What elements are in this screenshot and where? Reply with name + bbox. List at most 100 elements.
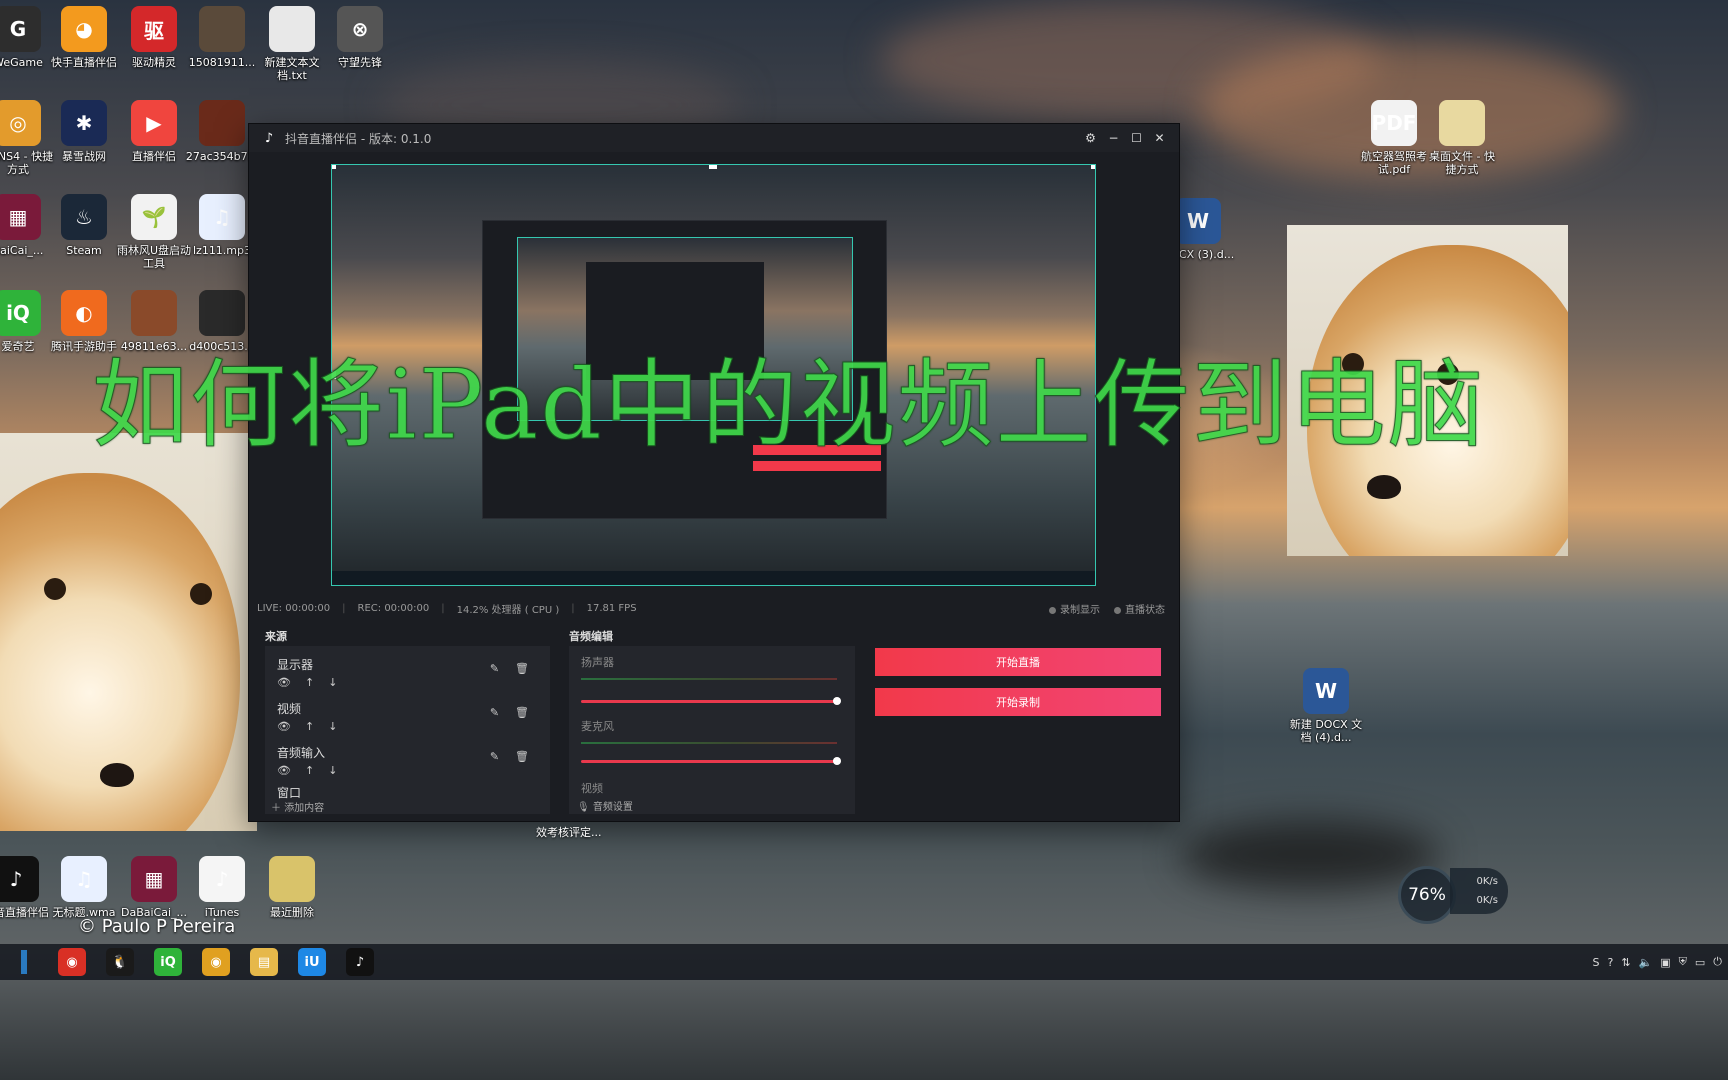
desktop-icon-baicai2[interactable]: ▦ DaBaiCai_...: [116, 856, 192, 919]
desktop-icon-pdf[interactable]: PDF 航空器驾照考试.pdf: [1356, 100, 1432, 176]
sources-list[interactable]: 显示器 👁 ↑ ↓ ✎ 🗑 视频 👁 ↑ ↓ ✎ 🗑 音频输入 👁 ↑ ↓ ✎ 🗑 窗口: [265, 646, 550, 814]
sogou-icon[interactable]: S: [1592, 956, 1599, 969]
cpu-usage: 14.2% 处理器 ( CPU ): [456, 604, 560, 616]
power-icon[interactable]: ⏻: [1713, 955, 1722, 969]
nvidia-icon[interactable]: ▣: [1660, 956, 1670, 969]
system-tray[interactable]: S ? ⇅ 🔈 ▣ ⛨ ▭ ⏻: [1592, 944, 1722, 980]
desktop-icon-yulin[interactable]: 🌱 雨林风U盘启动工具: [116, 194, 192, 270]
desktop-icon-label: 15081911...: [188, 56, 256, 69]
trash-icon[interactable]: 🗑: [515, 706, 529, 719]
source-item[interactable]: 音频输入 👁 ↑ ↓ ✎ 🗑: [277, 738, 547, 778]
desktop-icon-newtxt[interactable]: 新建文本文档.txt: [254, 6, 330, 82]
mic-volume-slider[interactable]: [581, 757, 841, 765]
arrow-up-icon[interactable]: ↑: [305, 764, 314, 777]
wma-icon: ♫: [61, 856, 107, 902]
desktop-icon-itunes[interactable]: ♪ iTunes: [184, 856, 260, 919]
desktop-icon-label: Steam: [66, 244, 102, 257]
resize-handle[interactable]: [1091, 165, 1095, 169]
desktop-icon-label: 桌面文件 - 快捷方式: [1429, 150, 1495, 176]
taskbar-iu[interactable]: iU: [288, 944, 336, 980]
taskbar-chrome2[interactable]: ◉: [192, 944, 240, 980]
desktop-icon-qudong[interactable]: 驱驱动精灵: [116, 6, 192, 69]
desktop-icon-blizzard[interactable]: ✱ 暴雪战网: [46, 100, 122, 163]
desktop-icon-tencentgame[interactable]: ◐ 腾讯手游助手: [46, 290, 122, 353]
add-source-button[interactable]: ＋ 添加内容: [271, 799, 324, 814]
help-icon[interactable]: ?: [1607, 956, 1613, 969]
desktop-icon-overwatch[interactable]: ⊗ 守望先锋: [322, 6, 398, 69]
arrow-up-icon[interactable]: ↑: [305, 720, 314, 733]
eye-icon[interactable]: 👁: [277, 764, 291, 777]
zhibo-icon: ▶: [131, 100, 177, 146]
speaker-volume-slider[interactable]: [581, 697, 841, 705]
itunes-icon: ♪: [199, 856, 245, 902]
qudong-icon: 驱: [131, 6, 177, 52]
eye-icon[interactable]: 👁: [277, 720, 291, 733]
audio-settings-button[interactable]: 🎙 音频设置: [577, 798, 633, 813]
arrow-down-icon[interactable]: ↓: [328, 764, 337, 777]
minimize-button[interactable]: −: [1102, 131, 1125, 145]
desktop-icon-kuaishou[interactable]: ◕ 快手直播伴侣: [46, 6, 122, 69]
start-live-button[interactable]: 开始直播: [875, 648, 1161, 676]
desktop-icon-label: 快手直播伴侣: [51, 56, 117, 69]
add-source-label: 添加内容: [284, 803, 325, 814]
maximize-button[interactable]: ☐: [1125, 131, 1148, 145]
network-icon[interactable]: ⇅: [1621, 956, 1630, 969]
close-button[interactable]: ✕: [1148, 131, 1171, 145]
source-name: 音频输入: [277, 746, 326, 760]
microphone-icon: 🎙: [577, 802, 593, 813]
eye-icon[interactable]: 👁: [277, 676, 291, 689]
slider-knob[interactable]: [833, 757, 841, 765]
trash-icon[interactable]: 🗑: [515, 662, 529, 675]
desktop-icon-wma[interactable]: ♫ 无标题.wma: [46, 856, 122, 919]
watermark: © Paulo P Pereira: [78, 916, 236, 937]
start-button[interactable]: [0, 944, 48, 980]
audio-mixer: 扬声器 麦克风 视频: [569, 646, 855, 814]
imgd400-icon: [199, 290, 245, 336]
arrow-down-icon[interactable]: ↓: [328, 720, 337, 733]
img4981-icon: [131, 290, 177, 336]
edit-icon[interactable]: ✎: [490, 750, 499, 763]
title-bar[interactable]: ♪ 抖音直播伴侣 - 版本: 0.1.0 ⚙ − ☐ ✕: [249, 124, 1179, 152]
desktop-icon-recent[interactable]: 最近删除: [254, 856, 330, 919]
shield-icon[interactable]: ⛨: [1679, 955, 1687, 969]
desktop-icon-zhibo[interactable]: ▶ 直播伴侣: [116, 100, 192, 163]
arrow-down-icon[interactable]: ↓: [328, 676, 337, 689]
slider-knob[interactable]: [833, 697, 841, 705]
taskbar-chrome[interactable]: ◉: [48, 944, 96, 980]
desktop-icon-desktopfolder[interactable]: 桌面文件 - 快捷方式: [1424, 100, 1500, 176]
steam-icon: ♨: [61, 194, 107, 240]
arrow-up-icon[interactable]: ↑: [305, 676, 314, 689]
trash-icon[interactable]: 🗑: [515, 750, 529, 763]
start-record-button[interactable]: 开始录制: [875, 688, 1161, 716]
resize-handle[interactable]: [709, 165, 717, 169]
desktop-icon-label: 航空器驾照考试.pdf: [1361, 150, 1427, 176]
douyin-logo-icon: ♪: [264, 130, 274, 146]
source-item[interactable]: 显示器 👁 ↑ ↓ ✎ 🗑: [277, 650, 547, 690]
taskbar-explorer[interactable]: ▤: [240, 944, 288, 980]
wegame-icon: G: [0, 6, 41, 52]
edit-icon[interactable]: ✎: [490, 706, 499, 719]
source-item[interactable]: 视频 👁 ↑ ↓ ✎ 🗑: [277, 694, 547, 734]
edit-icon[interactable]: ✎: [490, 662, 499, 675]
desktop-icon-img1508[interactable]: 15081911...: [184, 6, 260, 69]
newtxt-icon: [269, 6, 315, 52]
desktop-icon-img4981[interactable]: 49811e63...: [116, 290, 192, 353]
desktop-icon-docx4[interactable]: W 新建 DOCX 文档 (4).d...: [1288, 668, 1364, 744]
taskbar-qq[interactable]: 🐧: [96, 944, 144, 980]
volume-icon[interactable]: 🔈: [1639, 956, 1653, 969]
taskbar-iqiyi[interactable]: iQ: [144, 944, 192, 980]
cpu-gauge[interactable]: 76%: [1398, 866, 1456, 924]
resize-handle[interactable]: [332, 165, 336, 169]
source-name: 视频: [277, 702, 302, 716]
live-state-toggle[interactable]: 直播状态: [1114, 601, 1165, 616]
taskbar-douyin[interactable]: ♪: [336, 944, 384, 980]
live-timer: LIVE: 00:00:00: [257, 602, 331, 614]
desktop-icon-label: 新建文本文档.txt: [264, 56, 320, 82]
pdf-icon: PDF: [1371, 100, 1417, 146]
display-icon[interactable]: ▭: [1695, 956, 1705, 969]
settings-icon[interactable]: ⚙: [1079, 131, 1102, 145]
baicai2-icon: ▦: [131, 856, 177, 902]
record-display-toggle[interactable]: 录制显示: [1049, 601, 1100, 616]
desktop-icon-steam[interactable]: ♨ Steam: [46, 194, 122, 257]
overwatch-icon: ⊗: [337, 6, 383, 52]
